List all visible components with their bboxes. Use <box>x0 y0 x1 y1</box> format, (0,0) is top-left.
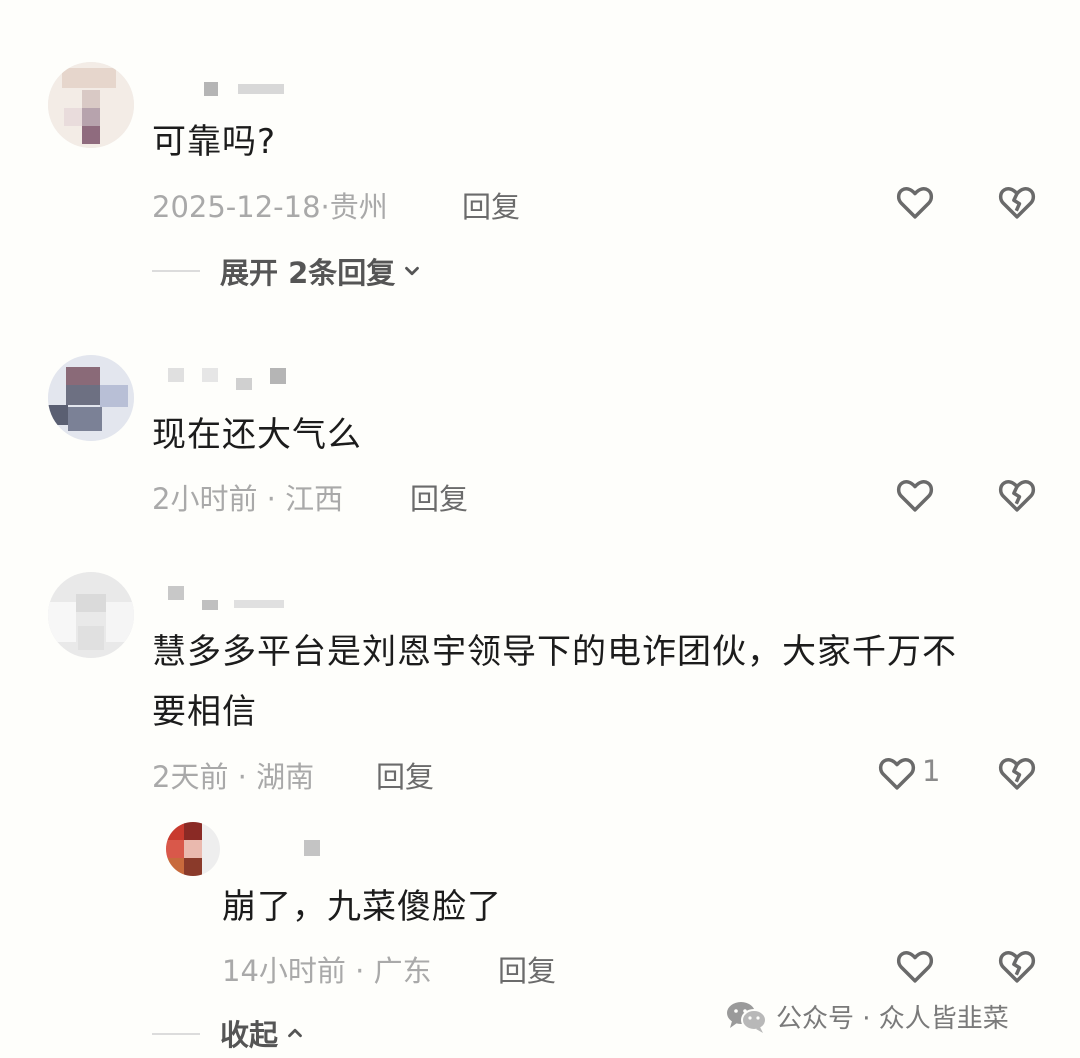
watermark: 公众号 · 众人皆韭菜 <box>726 998 1009 1035</box>
chevron-up-icon <box>288 1028 302 1038</box>
collapse-replies-button[interactable]: 收起 <box>220 1012 306 1054</box>
reply-meta: 14小时前 · 广东 <box>222 948 432 990</box>
reply-avatar[interactable] <box>166 822 220 876</box>
avatar[interactable] <box>48 62 134 148</box>
like-count: 1 <box>922 754 941 788</box>
heart-icon[interactable] <box>876 752 918 794</box>
comment-meta: 2025-12-18·贵州 <box>152 184 388 226</box>
expand-replies-label: 展开 2条回复 <box>220 256 396 290</box>
meta-separator: · <box>257 482 286 516</box>
meta-separator: · <box>320 190 330 224</box>
comment-location: 贵州 <box>329 190 388 224</box>
comment-text-line-1: 慧多多平台是刘恩宇领导下的电诈团伙，大家千万不 <box>152 632 957 672</box>
username-redacted[interactable] <box>168 586 288 610</box>
heart-icon[interactable] <box>894 474 936 516</box>
reply-text: 崩了，九菜傻脸了 <box>222 887 502 927</box>
comment-text-line-2: 要相信 <box>152 692 257 732</box>
expand-replies-button[interactable]: 展开 2条回复 <box>220 250 423 292</box>
heart-icon[interactable] <box>894 945 936 987</box>
avatar[interactable] <box>48 355 134 441</box>
comment-time: 2025-12-18 <box>152 190 321 224</box>
dislike-icon[interactable] <box>996 752 1038 794</box>
reply-location: 广东 <box>373 954 432 988</box>
chevron-down-icon <box>405 266 420 276</box>
meta-separator: · <box>345 954 374 988</box>
reply-username-redacted[interactable] <box>304 840 324 856</box>
collapse-replies-label: 收起 <box>220 1018 279 1052</box>
wechat-icon <box>727 1001 767 1033</box>
dislike-icon[interactable] <box>996 181 1038 223</box>
comment-meta: 2天前 · 湖南 <box>152 754 314 796</box>
divider-line <box>152 270 200 272</box>
avatar[interactable] <box>48 572 134 658</box>
comment-meta: 2小时前 · 江西 <box>152 476 343 518</box>
comment-location: 湖南 <box>256 760 315 794</box>
divider-line <box>152 1033 200 1035</box>
dislike-icon[interactable] <box>996 474 1038 516</box>
heart-icon[interactable] <box>894 181 936 223</box>
watermark-label: 公众号 · 众人皆韭菜 <box>776 1004 1009 1034</box>
dislike-icon[interactable] <box>996 945 1038 987</box>
username-redacted[interactable] <box>204 82 284 96</box>
reply-button[interactable]: 回复 <box>410 476 468 518</box>
reply-time: 14小时前 <box>222 954 346 988</box>
reply-button[interactable]: 回复 <box>462 184 520 226</box>
comment-time: 2天前 <box>152 760 229 794</box>
comment-text: 可靠吗? <box>152 122 277 162</box>
comment-time: 2小时前 <box>152 482 258 516</box>
comment-text: 现在还大气么 <box>152 415 362 455</box>
reply-button[interactable]: 回复 <box>376 754 434 796</box>
username-redacted[interactable] <box>168 368 288 390</box>
comment-location: 江西 <box>285 482 344 516</box>
meta-separator: · <box>228 760 257 794</box>
reply-button[interactable]: 回复 <box>498 948 556 990</box>
